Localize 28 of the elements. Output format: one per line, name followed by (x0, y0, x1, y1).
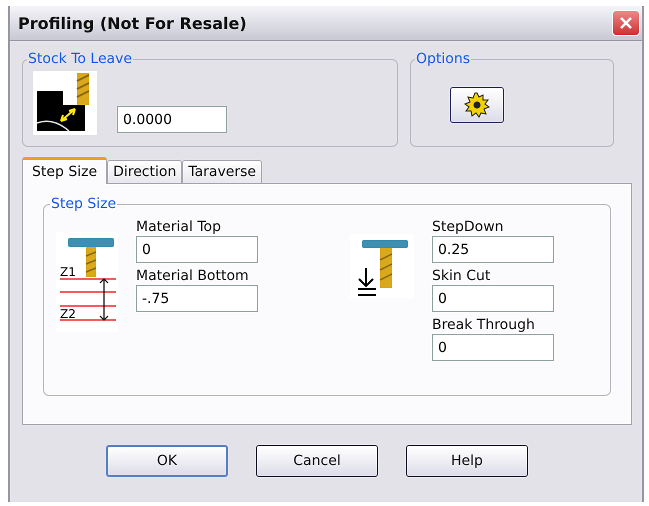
tab[interactable]: Step Size (22, 157, 108, 184)
diagram-label: Z2 (60, 307, 76, 321)
input-field[interactable]: 0.25 (432, 236, 554, 263)
group-title: Stock To Leave (27, 51, 134, 67)
input-field[interactable]: 0 (432, 285, 554, 312)
input-field[interactable]: 0 (136, 236, 258, 263)
tab[interactable]: Taraverse (182, 160, 262, 183)
field-label: Material Top (136, 218, 222, 236)
window-title: Profiling (Not For Resale) (18, 14, 247, 32)
close-button[interactable] (612, 10, 640, 36)
dialog-button[interactable]: OK (106, 445, 228, 477)
dialog-button[interactable]: Help (406, 445, 528, 477)
gear-icon (464, 92, 490, 118)
diagram-label: Z1 (60, 265, 76, 279)
field-label: Material Bottom (136, 267, 250, 285)
field-label: Break Through (432, 316, 536, 334)
stock-input[interactable]: 0.0000 (117, 106, 227, 133)
options-button[interactable] (450, 87, 504, 123)
field-label: StepDown (432, 218, 505, 236)
group-title: Step Size (50, 196, 118, 212)
dialog-button[interactable]: Cancel (256, 445, 378, 477)
input-field[interactable]: -.75 (136, 285, 258, 312)
tab[interactable]: Direction (107, 160, 182, 183)
input-field[interactable]: 0 (432, 334, 554, 361)
stock-tool-icon (33, 71, 97, 135)
close-icon (618, 15, 634, 31)
field-label: Skin Cut (432, 267, 492, 285)
group-title: Options (415, 51, 472, 67)
